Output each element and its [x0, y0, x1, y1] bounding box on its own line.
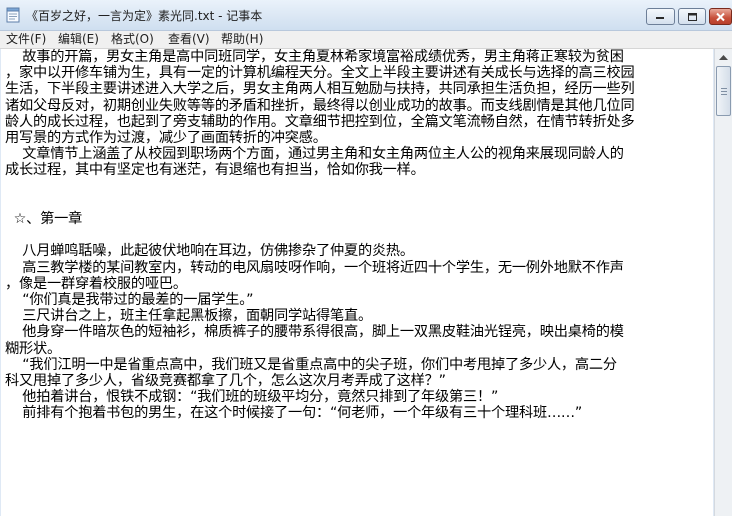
text-line: 生活，下半段主要讲述进入大学之后，男女主角两人相互勉励与扶持，共同承担生活负担，…: [5, 81, 635, 98]
vertical-scrollbar[interactable]: [714, 49, 732, 516]
text-line: [5, 179, 713, 195]
minimize-button[interactable]: [646, 8, 675, 25]
text-line: 高三教学楼的某间教室内，转动的电风扇吱呀作响，一个班将近四十个学生，无一例外地默…: [5, 259, 624, 276]
text-line: ☆、第一章: [5, 211, 83, 228]
text-line: 前排有个抱着书包的男生，在这个时候接了一句：“何老师，一个年级有三十个理科班………: [5, 405, 583, 422]
text-line: 龄人的成长过程，也起到了旁支辅助的作用。文章细节把控到位，全篇文笔流畅自然，在情…: [5, 113, 635, 130]
text-line: “你们真是我带过的最差的一届学生。”: [5, 292, 254, 309]
close-button[interactable]: [709, 8, 732, 25]
thumb-grip-line: [721, 91, 727, 92]
text-line: 他拍着讲台，恨铁不成钢：“我们班的班级平均分，竟然只排到了年级第三！”: [5, 389, 499, 406]
text-line: 他身穿一件暗灰色的短袖衫，棉质裤子的腰带系得很高，脚上一双黑皮鞋油光锃亮，映出桌…: [5, 324, 624, 341]
text-line: 文章情节上涵盖了从校园到职场两个方面，通过男主角和女主角两位主人公的视角来展现同…: [5, 146, 624, 163]
text-line: 三尺讲台之上，班主任拿起黑板擦，面朝同学站得笔直。: [5, 308, 372, 325]
text-line: 八月蝉鸣聒噪，此起彼伏地响在耳边，仿佛掺杂了仲夏的炎热。: [5, 243, 414, 260]
thumb-grip-line: [721, 88, 727, 89]
menu-format[interactable]: 格式(O): [111, 32, 154, 47]
text-line: 诸如父母反对，初期创业失败等等的矛盾和挫折，最终得以创业成功的故事。而支线剧情是…: [5, 97, 635, 114]
chevron-up-icon: [719, 54, 728, 60]
text-line: 成长过程，其中有坚定也有迷茫，有退缩也有担当，恰如你我一样。: [5, 162, 425, 179]
document-text[interactable]: 故事的开篇，男女主角是高中同班同学，女主角夏林希家境富裕成绩优秀，男主角蒋正寒较…: [5, 49, 713, 422]
close-icon: [716, 12, 725, 21]
menu-view[interactable]: 查看(V): [168, 32, 210, 47]
scroll-up-button[interactable]: [715, 49, 732, 66]
text-line: [5, 195, 713, 211]
text-line: ，像是一群穿着校服的哑巴。: [5, 275, 187, 292]
menu-help[interactable]: 帮助(H): [221, 32, 263, 47]
maximize-icon: [687, 12, 697, 21]
title-bar: 《百岁之好，一言为定》素光同.txt - 记事本: [0, 0, 732, 31]
text-line: 故事的开篇，男女主角是高中同班同学，女主角夏林希家境富裕成绩优秀，男主角蒋正寒较…: [5, 49, 624, 65]
text-editor[interactable]: 故事的开篇，男女主角是高中同班同学，女主角夏林希家境富裕成绩优秀，男主角蒋正寒较…: [1, 49, 713, 516]
text-line: ，家中以开修车铺为生，具有一定的计算机编程天分。全文上半段主要讲述有关成长与选择…: [5, 65, 635, 82]
text-line: [5, 227, 713, 243]
maximize-button[interactable]: [678, 8, 706, 25]
text-line: “我们江明一中是省重点高中，我们班又是省重点高中的尖子班，你们中考甩掉了多少人，…: [5, 356, 617, 373]
menu-edit[interactable]: 编辑(E): [58, 32, 99, 47]
menu-bar: 文件(F) 编辑(E) 格式(O) 查看(V) 帮助(H): [0, 31, 732, 49]
text-line: 糊形状。: [5, 340, 61, 357]
text-line: 科又甩掉了多少人，省级竞赛都拿了几个，怎么这次月考弄成了这样？”: [5, 373, 446, 390]
window-title: 《百岁之好，一言为定》素光同.txt - 记事本: [26, 9, 263, 23]
scroll-thumb[interactable]: [716, 66, 731, 116]
notepad-icon: [6, 7, 20, 23]
minimize-icon: [656, 17, 664, 19]
text-line: 用写景的方式作为过渡，减少了画面转折的冲突感。: [5, 130, 327, 147]
thumb-grip-line: [721, 94, 727, 95]
menu-file[interactable]: 文件(F): [6, 32, 46, 47]
